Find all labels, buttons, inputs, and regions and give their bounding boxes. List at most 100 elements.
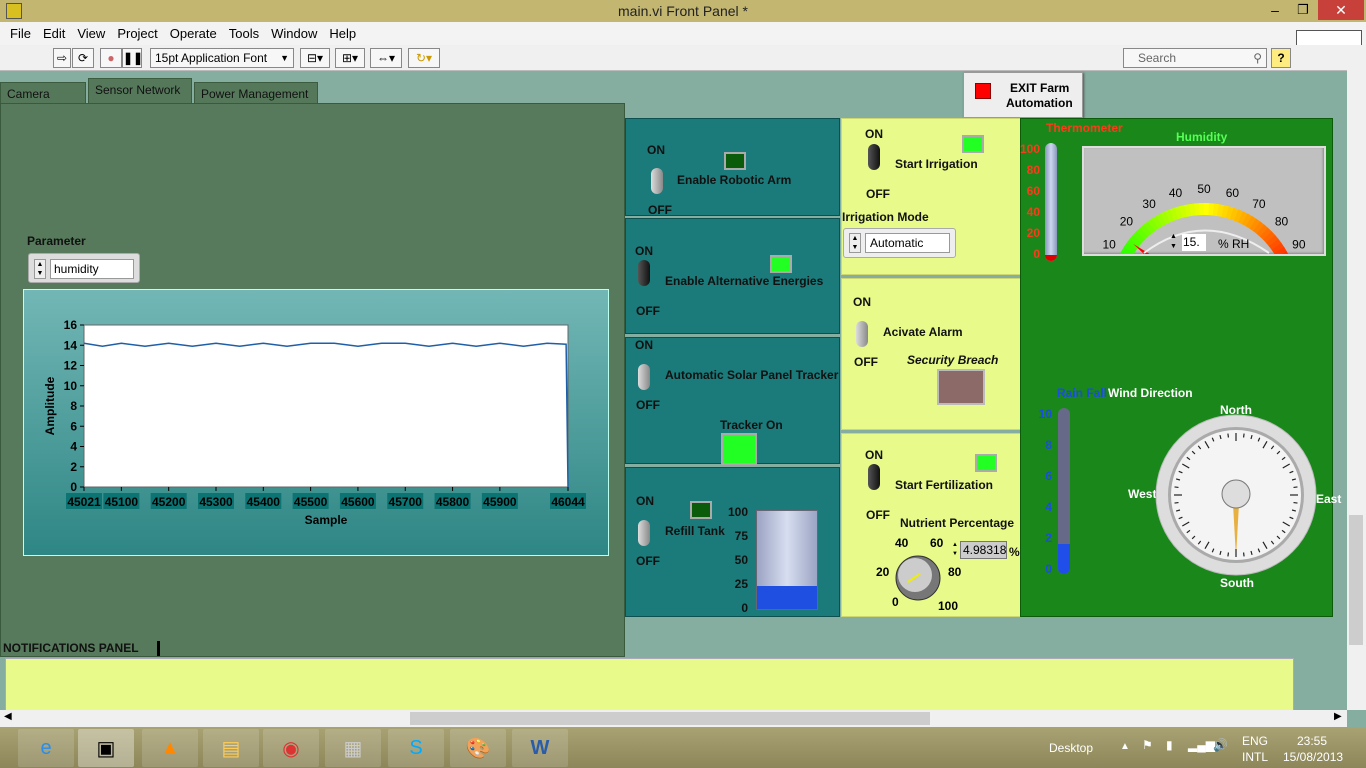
compass-tick	[1293, 486, 1298, 489]
alarm-label: Acivate Alarm	[883, 325, 963, 339]
irrigation-toggle[interactable]	[868, 144, 880, 170]
volume-icon[interactable]: 🔊	[1213, 738, 1228, 752]
chrome-icon[interactable]: ◉	[263, 729, 319, 767]
labview-taskbar-icon[interactable]: ▣	[78, 729, 134, 767]
font-select[interactable]: 15pt Application Font ▼	[150, 48, 294, 68]
vertical-scrollbar[interactable]	[1347, 70, 1366, 710]
action-center-icon[interactable]: ⚑	[1142, 738, 1153, 752]
rain-tick: 4	[1045, 500, 1052, 514]
irrigation-mode-ring[interactable]: ▲ ▼ Automatic	[843, 228, 956, 258]
menu-project[interactable]: Project	[111, 26, 163, 41]
irrigation-mode-label: Irrigation Mode	[842, 210, 929, 224]
security-breach-label: Security Breach	[907, 353, 999, 367]
nutrient-value[interactable]: 4.98318	[960, 541, 1007, 559]
minimize-icon[interactable]: –	[1262, 2, 1288, 18]
restore-icon[interactable]: ❐	[1290, 2, 1316, 18]
paint-icon[interactable]: 🎨	[450, 729, 506, 767]
menu-window[interactable]: Window	[265, 26, 323, 41]
compass-tick	[1293, 501, 1298, 504]
scroll-thumb[interactable]	[410, 712, 930, 725]
gauge-tick-label: 80	[1275, 214, 1289, 228]
show-hidden-icons[interactable]: ▲	[1120, 741, 1130, 752]
language-indicator[interactable]: ENG	[1242, 734, 1268, 748]
app-icon[interactable]: ▦	[325, 729, 381, 767]
scroll-right-icon[interactable]: ▶	[1334, 711, 1342, 722]
horizontal-scrollbar[interactable]: ◀ ▶	[0, 710, 1347, 727]
scroll-thumb[interactable]	[1349, 515, 1363, 645]
gauge-arc-segment	[1198, 203, 1205, 216]
ie-icon[interactable]: e	[18, 729, 74, 767]
humidity-value[interactable]: 15.	[1182, 234, 1206, 251]
x-tick-label: 45700	[389, 495, 423, 509]
help-button[interactable]: ?	[1271, 48, 1291, 68]
parameter-label: Parameter	[27, 234, 86, 248]
alt-energy-toggle[interactable]	[638, 260, 650, 286]
run-continuously-icon[interactable]: ⟳	[72, 48, 94, 68]
x-axis-label: Sample	[305, 513, 348, 527]
keyboard-layout[interactable]: INTL	[1242, 750, 1268, 764]
menu-file[interactable]: File	[4, 26, 37, 41]
toggle-on-label: ON	[853, 295, 871, 309]
pause-icon[interactable]: ❚❚	[122, 48, 143, 68]
nutrient-stepper-icon[interactable]: ▲ ▼	[952, 541, 960, 559]
gauge-tick-label: 10	[1102, 237, 1116, 251]
rainfall-fill-level	[1058, 544, 1070, 574]
fertilization-toggle[interactable]	[868, 464, 880, 490]
clock-time[interactable]: 23:55	[1297, 734, 1327, 748]
robotic-arm-label: Enable Robotic Arm	[677, 173, 792, 187]
run-arrow-icon[interactable]: ⇨	[53, 48, 71, 68]
reorder-icon[interactable]: ↻▾	[408, 48, 440, 68]
y-tick-label: 14	[64, 338, 78, 352]
humidity-stepper-icon[interactable]: ▲ ▼	[1170, 232, 1181, 252]
file-explorer-icon[interactable]: ▤	[203, 729, 259, 767]
compass-south-label: South	[1220, 576, 1254, 590]
align-objects-icon[interactable]: ⊟▾	[300, 48, 330, 68]
sensor-network-panel: Parameter ▲ ▼ humidity 0 2 4 6 8 10 12 14 16 45021…	[0, 103, 625, 657]
menu-edit[interactable]: Edit	[37, 26, 71, 41]
title-bar: main.vi Front Panel * – ❐ ✕	[0, 0, 1366, 22]
toggle-off-label: OFF	[866, 187, 890, 201]
desktop-toolbar[interactable]: Desktop	[1049, 741, 1093, 755]
x-tick-label: 46044	[551, 495, 585, 509]
tank-tick: 25	[734, 577, 748, 591]
search-icon: ⚲	[1253, 51, 1262, 65]
search-input[interactable]: Search ⚲	[1123, 48, 1267, 68]
distribute-objects-icon[interactable]: ⊞▾	[335, 48, 365, 68]
rain-tick: 2	[1045, 531, 1052, 545]
abort-icon[interactable]: ●	[100, 48, 122, 68]
ring-stepper-icon[interactable]: ▲ ▼	[849, 233, 861, 253]
robotic-arm-toggle[interactable]	[651, 168, 663, 194]
taskbar: e ▣ ▲ ▤ ◉ ▦ S 🎨 W Desktop ▲ ⚑ ▮ ▂▄▆ 🔊 EN…	[0, 727, 1366, 768]
alarm-toggle[interactable]	[856, 321, 868, 347]
toggle-on-label: ON	[635, 338, 653, 352]
x-tick-label: 45900	[483, 495, 517, 509]
x-tick-label: 45400	[247, 495, 281, 509]
refill-tank-toggle[interactable]	[638, 520, 650, 546]
menu-view[interactable]: View	[71, 26, 111, 41]
parameter-ring[interactable]: ▲ ▼ humidity	[28, 253, 140, 283]
gauge-tick-label: 30	[1142, 197, 1156, 211]
humidity-gauge: 0102030405060708090100 ▲▼ 15. % RH	[1082, 146, 1326, 278]
menu-operate[interactable]: Operate	[164, 26, 223, 41]
tank-tick: 100	[727, 505, 748, 519]
toggle-on-label: ON	[865, 448, 883, 462]
menu-help[interactable]: Help	[323, 26, 362, 41]
rainfall-gauge	[1058, 408, 1070, 574]
toggle-on-label: ON	[636, 494, 654, 508]
solar-tracker-toggle[interactable]	[638, 364, 650, 390]
exit-button[interactable]: EXIT Farm Automation	[963, 72, 1083, 118]
word-icon[interactable]: W	[512, 729, 568, 767]
ring-stepper-icon[interactable]: ▲ ▼	[34, 259, 46, 279]
tab-sensor-network[interactable]: Sensor Network	[88, 78, 192, 106]
battery-icon[interactable]: ▮	[1166, 738, 1173, 752]
resize-objects-icon[interactable]: ⇔▾	[370, 48, 402, 68]
security-breach-led	[937, 369, 985, 405]
menu-tools[interactable]: Tools	[223, 26, 265, 41]
scroll-left-icon[interactable]: ◀	[4, 711, 12, 722]
network-icon[interactable]: ▂▄▆	[1188, 738, 1215, 752]
clock-date[interactable]: 15/08/2013	[1283, 750, 1343, 764]
rainfall-label: Rain Fall	[1057, 386, 1108, 400]
vlc-icon[interactable]: ▲	[142, 729, 198, 767]
skype-icon[interactable]: S	[388, 729, 444, 767]
close-icon[interactable]: ✕	[1318, 0, 1364, 20]
